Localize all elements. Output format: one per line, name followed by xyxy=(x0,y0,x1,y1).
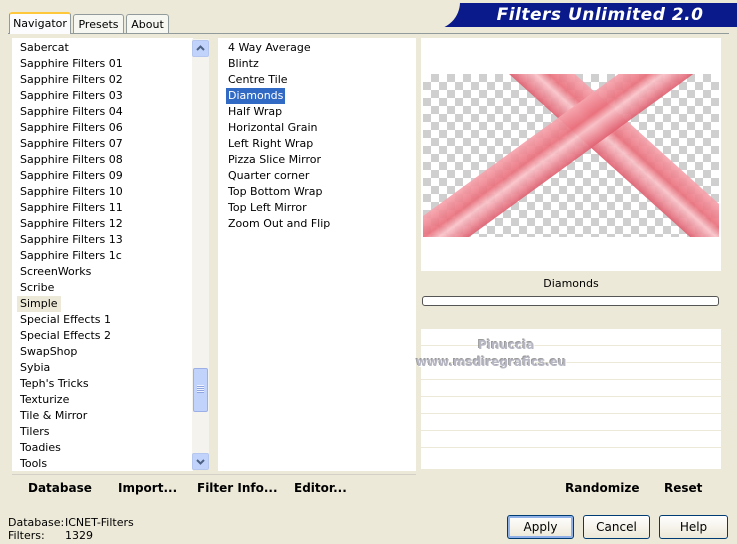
database-value: ICNET-Filters xyxy=(65,516,134,529)
category-item[interactable]: Sapphire Filters 08 xyxy=(20,152,123,168)
category-item[interactable]: Tile & Mirror xyxy=(20,408,87,424)
database-button[interactable]: Database xyxy=(28,479,92,497)
tab-about[interactable]: About xyxy=(126,14,169,33)
category-item[interactable]: Sapphire Filters 12 xyxy=(20,216,123,232)
filter-item[interactable]: Top Bottom Wrap xyxy=(228,184,323,200)
scroll-down-button[interactable] xyxy=(192,453,209,470)
filter-item[interactable]: Quarter corner xyxy=(228,168,309,184)
chevron-down-icon xyxy=(196,459,205,465)
filters-count: 1329 xyxy=(65,529,93,542)
category-item[interactable]: Teph's Tricks xyxy=(20,376,89,392)
scroll-up-button[interactable] xyxy=(192,40,209,57)
tab-panel-border xyxy=(8,33,729,34)
parameters-panel xyxy=(421,329,721,469)
category-item[interactable]: ScreenWorks xyxy=(20,264,91,280)
category-item[interactable]: Toadies xyxy=(20,440,61,456)
category-item[interactable]: Simple xyxy=(17,296,61,312)
progress-bar xyxy=(422,296,719,306)
category-item[interactable]: Sapphire Filters 07 xyxy=(20,136,123,152)
category-item[interactable]: Sybia xyxy=(20,360,50,376)
app-title: Filters Unlimited 2.0 xyxy=(496,5,704,25)
filter-item[interactable]: Centre Tile xyxy=(228,72,288,88)
category-item[interactable]: Sapphire Filters 13 xyxy=(20,232,123,248)
randomize-button[interactable]: Randomize xyxy=(565,479,639,497)
cancel-button[interactable]: Cancel xyxy=(583,515,650,539)
category-item[interactable]: Sapphire Filters 09 xyxy=(20,168,123,184)
preview-filter-name: Diamonds xyxy=(543,277,599,290)
category-list[interactable]: Sabercat Sapphire Filters 01 Sapphire Filt… xyxy=(12,38,193,471)
category-item[interactable]: Sapphire Filters 02 xyxy=(20,72,123,88)
filter-info-button[interactable]: Filter Info... xyxy=(197,479,278,497)
help-button[interactable]: Help xyxy=(659,515,728,539)
watermark-name: Pinuccia xyxy=(478,338,535,352)
filter-item[interactable]: Blintz xyxy=(228,56,259,72)
filter-item[interactable]: Horizontal Grain xyxy=(228,120,317,136)
filter-item[interactable]: Zoom Out and Flip xyxy=(228,216,330,232)
reset-button[interactable]: Reset xyxy=(664,479,702,497)
category-item[interactable]: Special Effects 2 xyxy=(20,328,111,344)
category-item[interactable]: Special Effects 1 xyxy=(20,312,111,328)
apply-button[interactable]: Apply xyxy=(507,515,574,539)
category-item[interactable]: Sabercat xyxy=(20,40,69,56)
chevron-up-icon xyxy=(196,45,205,51)
filter-item[interactable]: Top Left Mirror xyxy=(228,200,307,216)
import-button[interactable]: Import... xyxy=(118,479,177,497)
editor-button[interactable]: Editor... xyxy=(294,479,347,497)
category-item[interactable]: Scribe xyxy=(20,280,54,296)
category-item[interactable]: Sapphire Filters 01 xyxy=(20,56,123,72)
filter-item[interactable]: Half Wrap xyxy=(228,104,282,120)
filter-item[interactable]: Pizza Slice Mirror xyxy=(228,152,321,168)
watermark-url: www.msdiregrafics.eu xyxy=(416,355,567,369)
database-label: Database: xyxy=(8,516,65,529)
preview-image xyxy=(423,74,719,237)
category-item[interactable]: Sapphire Filters 06 xyxy=(20,120,123,136)
category-item[interactable]: SwapShop xyxy=(20,344,77,360)
category-item[interactable]: Texturize xyxy=(20,392,69,408)
filter-item[interactable]: 4 Way Average xyxy=(228,40,311,56)
category-item[interactable]: Sapphire Filters 1c xyxy=(20,248,122,264)
filters-label: Filters: xyxy=(8,529,45,542)
filter-item[interactable]: Left Right Wrap xyxy=(228,136,313,152)
category-item[interactable]: Sapphire Filters 10 xyxy=(20,184,123,200)
filter-item[interactable]: Diamonds xyxy=(226,88,286,104)
category-item[interactable]: Sapphire Filters 03 xyxy=(20,88,123,104)
category-item[interactable]: Tools xyxy=(20,456,47,472)
category-item[interactable]: Sapphire Filters 04 xyxy=(20,104,123,120)
tab-presets[interactable]: Presets xyxy=(73,14,124,33)
category-item[interactable]: Tilers xyxy=(20,424,50,440)
filter-list[interactable]: 4 Way Average Blintz Centre Tile Diamonds Ha… xyxy=(218,38,416,471)
tab-navigator[interactable]: Navigator xyxy=(9,12,71,34)
category-item[interactable]: Sapphire Filters 11 xyxy=(20,200,123,216)
scroll-thumb[interactable] xyxy=(193,368,208,412)
